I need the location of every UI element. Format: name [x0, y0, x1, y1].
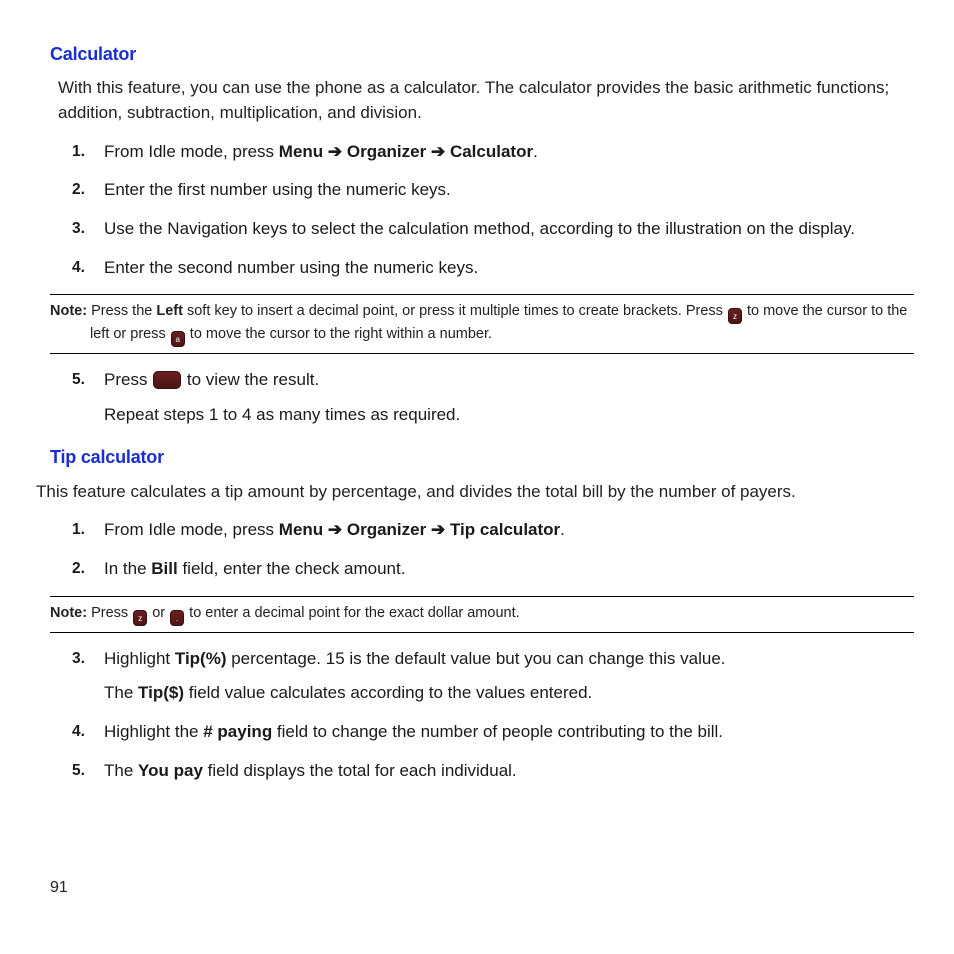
step-body: Use the Navigation keys to select the ca…	[104, 217, 914, 242]
calculator-note: Note: Press the Left soft key to insert …	[50, 294, 914, 354]
tip-heading: Tip calculator	[50, 445, 914, 469]
tip-note: Note: Press z or . to enter a decimal po…	[50, 596, 914, 633]
note-label: Note:	[50, 605, 87, 621]
step-body: Enter the second number using the numeri…	[104, 256, 914, 281]
step-body: In the Bill field, enter the check amoun…	[104, 557, 914, 582]
step-number: 3.	[72, 217, 104, 242]
step-body: Press to view the result. Repeat steps 1…	[104, 368, 914, 427]
step-body: Highlight Tip(%) percentage. 15 is the d…	[104, 647, 914, 706]
step-number: 5.	[72, 759, 104, 784]
calculator-intro: With this feature, you can use the phone…	[58, 76, 914, 125]
calculator-heading: Calculator	[50, 42, 914, 66]
dot-key-icon: .	[170, 610, 184, 626]
step-number: 1.	[72, 518, 104, 543]
note-label: Note:	[50, 303, 87, 319]
step-body: From Idle mode, press Menu ➔ Organizer ➔…	[104, 518, 914, 543]
star-key-icon: z	[133, 610, 147, 626]
star-key-icon: z	[728, 308, 742, 324]
step-number: 2.	[72, 557, 104, 582]
step-number: 2.	[72, 178, 104, 203]
calculator-steps-cont: 5. Press to view the result. Repeat step…	[72, 368, 914, 427]
tip-intro: This feature calculates a tip amount by …	[36, 480, 914, 505]
hash-key-icon: a	[171, 331, 185, 347]
step-number: 4.	[72, 256, 104, 281]
step-number: 5.	[72, 368, 104, 427]
ok-key-icon	[153, 371, 181, 389]
step-body: Highlight the # paying field to change t…	[104, 720, 914, 745]
step-body: The You pay field displays the total for…	[104, 759, 914, 784]
step-number: 4.	[72, 720, 104, 745]
step-number: 1.	[72, 140, 104, 165]
step-number: 3.	[72, 647, 104, 706]
step-body: Enter the first number using the numeric…	[104, 178, 914, 203]
page-number: 91	[50, 877, 68, 899]
step-body: From Idle mode, press Menu ➔ Organizer ➔…	[104, 140, 914, 165]
calculator-steps: 1. From Idle mode, press Menu ➔ Organize…	[72, 140, 914, 281]
tip-steps: 1. From Idle mode, press Menu ➔ Organize…	[72, 518, 914, 581]
tip-steps-cont: 3. Highlight Tip(%) percentage. 15 is th…	[72, 647, 914, 784]
